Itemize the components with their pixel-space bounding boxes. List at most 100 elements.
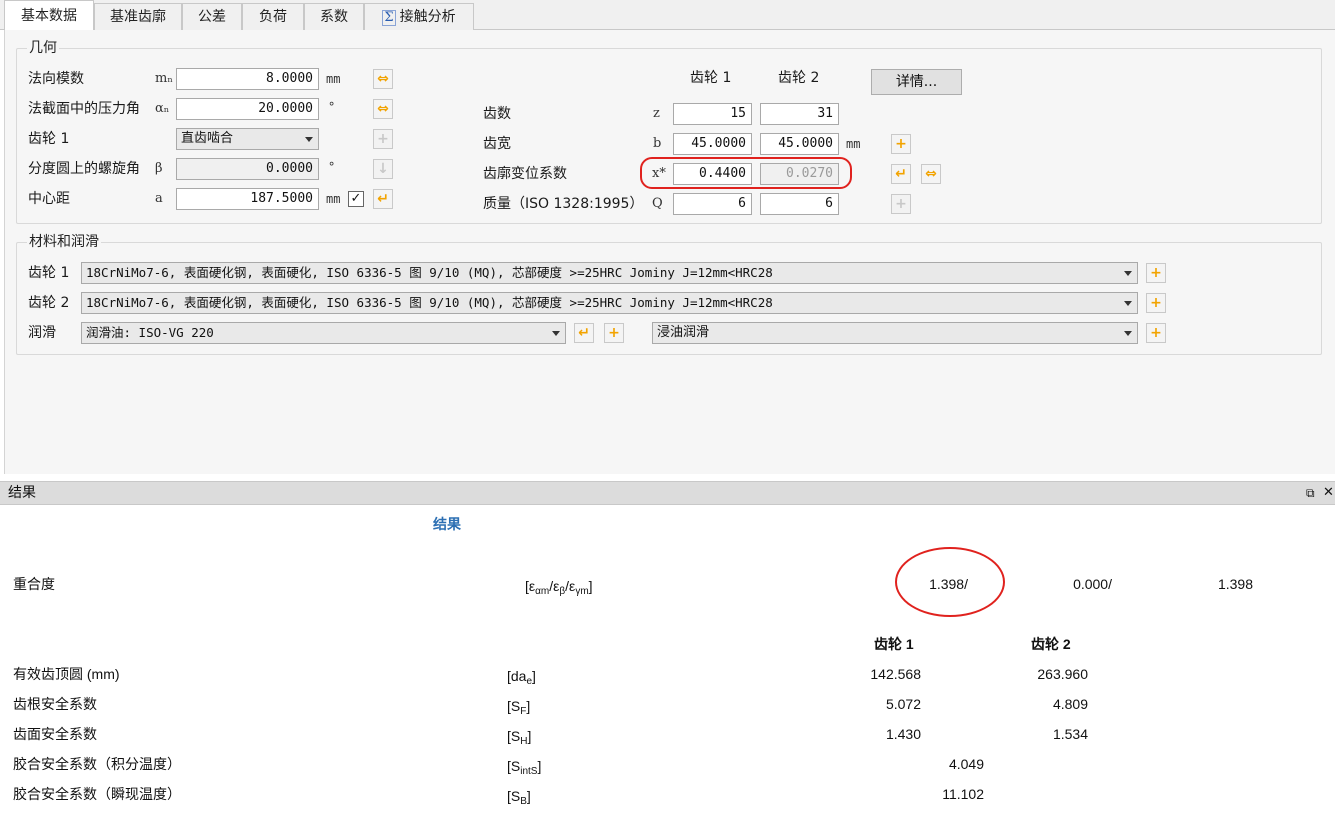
result-row-label: 齿根安全系数	[13, 696, 97, 712]
center-distance-label: 中心距	[28, 191, 70, 207]
tab-reference-profile[interactable]: 基准齿廓	[94, 3, 182, 30]
chevron-down-icon	[552, 331, 560, 336]
symbol-part: ]	[526, 698, 531, 714]
result-row-label: 齿面安全系数	[13, 726, 97, 742]
quality-gear2-input[interactable]: 6	[760, 193, 839, 215]
result-row-value: 11.102	[942, 786, 984, 802]
arrow-left-icon[interactable]: ↵	[574, 323, 594, 343]
face-width-gear2-input[interactable]: 45.0000	[760, 133, 839, 155]
teeth-label: 齿数	[483, 106, 511, 122]
plus-icon[interactable]: +	[1146, 323, 1166, 343]
gear-mesh-type-select[interactable]: 直齿啮合	[176, 128, 319, 150]
teeth-gear2-input[interactable]: 31	[760, 103, 839, 125]
symbol-part: [da	[507, 668, 527, 684]
center-distance-checkbox[interactable]: ✓	[348, 191, 364, 207]
material-gear1-label: 齿轮 1	[28, 265, 70, 281]
arrow-left-icon[interactable]: ↵	[891, 164, 911, 184]
contact-ratio-label: 重合度	[13, 576, 55, 592]
chevron-down-icon	[1124, 331, 1132, 336]
highlight-rectangle	[640, 157, 852, 189]
restore-icon[interactable]: ⧉	[1306, 485, 1315, 501]
plus-icon[interactable]: +	[1146, 293, 1166, 313]
arrow-down-icon: ↓	[373, 159, 393, 179]
contact-ratio-value-2: 0.000/	[1073, 576, 1112, 592]
result-row-gear2: 1.534	[1052, 726, 1088, 742]
tab-label: 基本数据	[21, 8, 77, 24]
chevron-down-icon	[1124, 301, 1132, 306]
tab-label: 负荷	[259, 9, 287, 25]
normal-module-symbol: mₙ	[155, 71, 173, 86]
teeth-symbol: z	[653, 106, 660, 121]
face-width-symbol: b	[653, 136, 662, 151]
tab-label: 公差	[198, 9, 226, 25]
plus-icon[interactable]: +	[891, 134, 911, 154]
result-row-symbol: [dae]	[507, 666, 536, 687]
symbol-part: [S	[507, 728, 521, 744]
results-panel-title: 结果	[8, 485, 36, 501]
tab-factors[interactable]: 系数	[304, 3, 364, 30]
symbol-part: ]	[588, 578, 593, 594]
close-icon[interactable]: ✕	[1323, 485, 1334, 501]
tab-label: 系数	[320, 9, 348, 25]
result-row-symbol: [SH]	[507, 726, 532, 747]
tab-label: 接触分析	[399, 9, 456, 25]
result-row-label: 胶合安全系数（瞬现温度）	[13, 786, 181, 802]
normal-module-label: 法向模数	[28, 71, 84, 87]
lubrication-method-select[interactable]: 浸油润滑	[652, 322, 1138, 344]
select-value: 润滑油: ISO-VG 220	[86, 325, 214, 340]
pressure-angle-input[interactable]: 20.0000	[176, 98, 319, 120]
result-row-gear1: 142.568	[870, 666, 921, 682]
material-gear2-label: 齿轮 2	[28, 295, 70, 311]
plus-icon[interactable]: +	[1146, 263, 1166, 283]
symbol-part: /ε	[549, 578, 560, 594]
double-arrow-icon[interactable]: ⇔	[373, 69, 393, 89]
result-row-gear2: 4.809	[1052, 696, 1088, 712]
symbol-part: [S	[507, 758, 521, 774]
contact-ratio-symbol: [εαm/εβ/εγm]	[525, 576, 593, 597]
select-value: 直齿啮合	[181, 131, 234, 146]
result-row-label: 有效齿顶圆 (mm)	[13, 666, 120, 682]
sigma-icon: Σ	[382, 10, 396, 26]
result-row-label: 胶合安全系数（积分温度）	[13, 756, 181, 772]
contact-ratio-value-3: 1.398	[1217, 576, 1253, 592]
symbol-part: ]	[537, 758, 542, 774]
details-button[interactable]: 详情...	[871, 69, 962, 95]
material-gear2-select[interactable]: 18CrNiMo7-6, 表面硬化钢, 表面硬化, ISO 6336-5 图 9…	[81, 292, 1138, 314]
tab-basic-data[interactable]: 基本数据	[4, 0, 94, 31]
helix-angle-input[interactable]: 0.0000	[176, 158, 319, 180]
symbol-subscript: B	[520, 796, 527, 807]
gear2-column-header: 齿轮 2	[778, 70, 820, 86]
symbol-subscript: intS	[520, 766, 538, 777]
quality-gear1-input[interactable]: 6	[673, 193, 752, 215]
helix-angle-symbol: β	[155, 161, 163, 176]
center-distance-input[interactable]: 187.5000	[176, 188, 319, 210]
symbol-subscript: γm	[575, 586, 589, 597]
result-row-value: 4.049	[948, 756, 984, 772]
tab-contact-analysis[interactable]: Σ 接触分析	[364, 3, 474, 30]
plus-icon[interactable]: +	[604, 323, 624, 343]
results-panel-header: 结果 ⧉ ✕	[0, 481, 1335, 505]
result-row-symbol: [SF]	[507, 696, 531, 717]
face-width-label: 齿宽	[483, 136, 511, 152]
arrow-left-icon[interactable]: ↵	[373, 189, 393, 209]
gear1-column-header: 齿轮 1	[690, 70, 732, 86]
double-arrow-icon[interactable]: ⇔	[921, 164, 941, 184]
helix-angle-unit: °	[328, 160, 336, 174]
quality-symbol: Q	[652, 196, 663, 211]
symbol-part: ]	[527, 728, 532, 744]
tab-load[interactable]: 负荷	[242, 3, 304, 30]
result-row-symbol: [SB]	[507, 786, 531, 807]
face-width-gear1-input[interactable]: 45.0000	[673, 133, 752, 155]
pressure-angle-label: 法截面中的压力角	[28, 101, 140, 117]
highlight-ellipse	[895, 547, 1005, 617]
tab-tolerances[interactable]: 公差	[182, 3, 242, 30]
double-arrow-icon[interactable]: ⇔	[373, 99, 393, 119]
lubricant-select[interactable]: 润滑油: ISO-VG 220	[81, 322, 566, 344]
normal-module-input[interactable]: 8.0000	[176, 68, 319, 90]
plus-icon: +	[373, 129, 393, 149]
teeth-gear1-input[interactable]: 15	[673, 103, 752, 125]
normal-module-unit: mm	[326, 72, 341, 86]
material-gear1-select[interactable]: 18CrNiMo7-6, 表面硬化钢, 表面硬化, ISO 6336-5 图 9…	[81, 262, 1138, 284]
pressure-angle-symbol: αₙ	[155, 101, 170, 116]
result-row-gear1: 1.430	[885, 726, 921, 742]
